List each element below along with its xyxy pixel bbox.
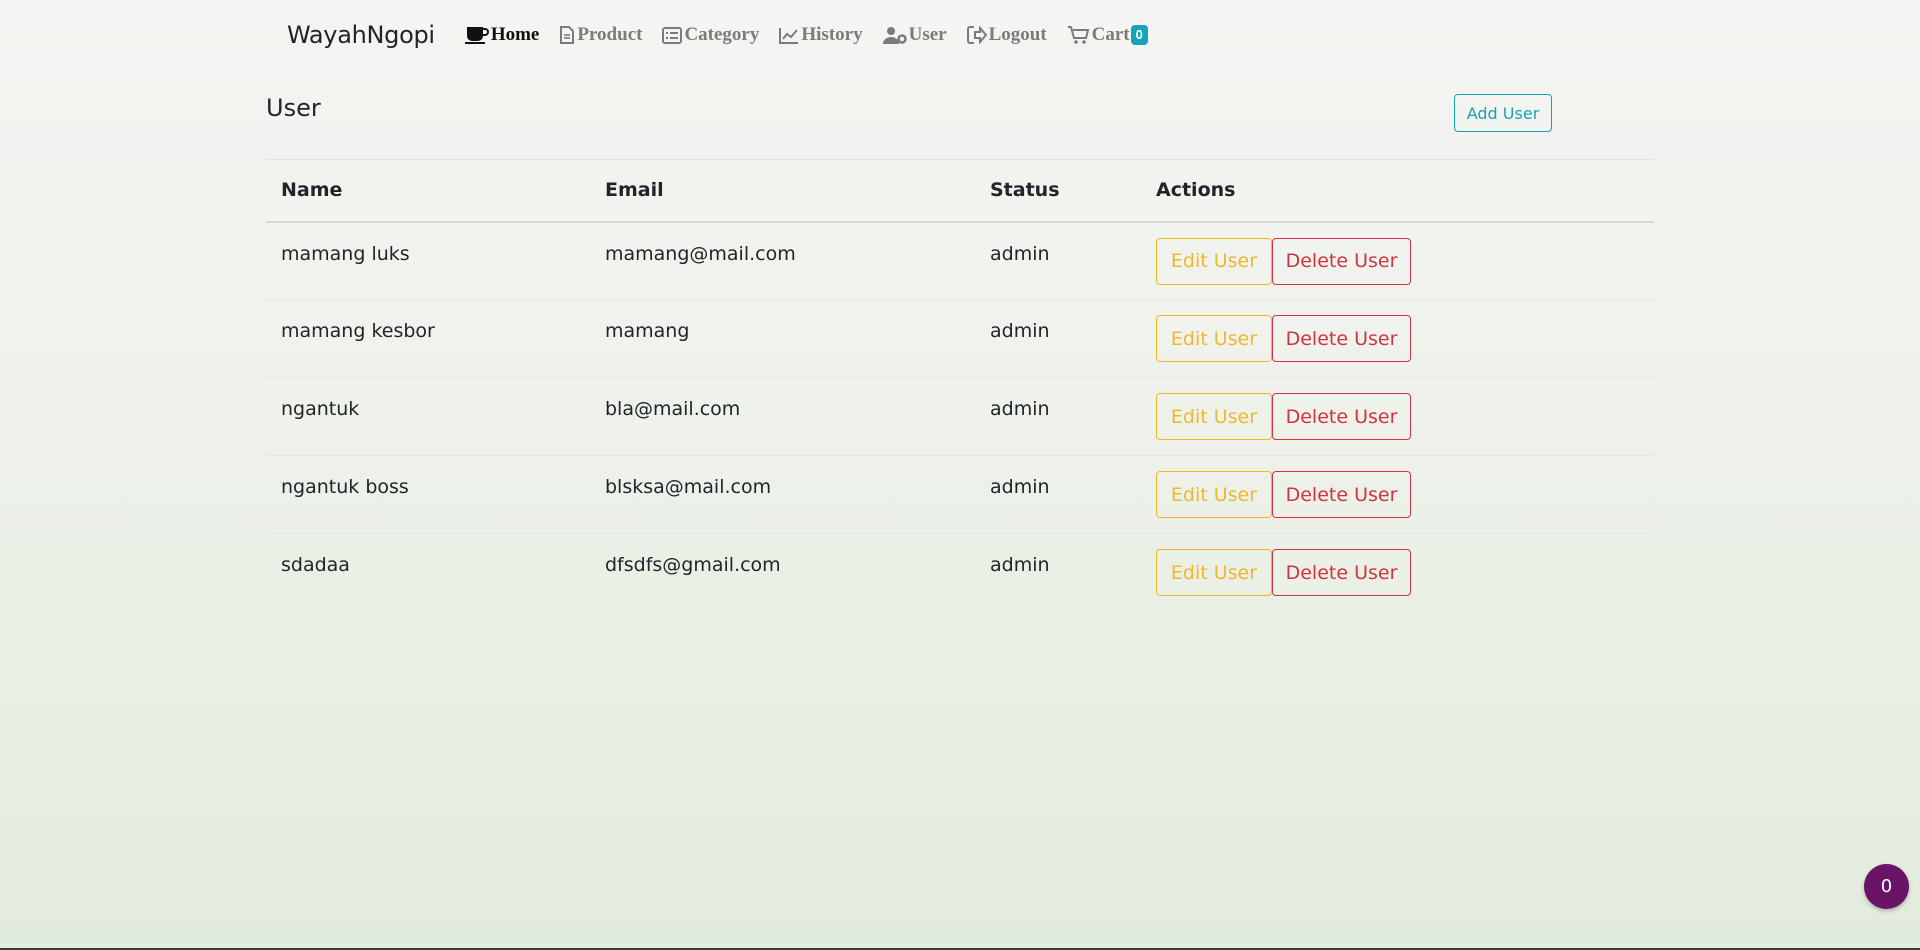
table-body: mamang luks mamang@mail.com admin Edit U… [266, 222, 1654, 612]
header-email: Email [605, 179, 664, 202]
header-name: Name [281, 179, 343, 202]
cell-name: sdadaa [281, 554, 350, 576]
nav-logout-label: Logout [988, 24, 1047, 45]
nav-home-label: Home [490, 24, 540, 45]
nav-product[interactable]: Product [559, 24, 642, 46]
user-table: Name Email Status Actions mamang luks ma… [266, 159, 1654, 612]
cell-email: dfsdfs@gmail.com [605, 554, 781, 576]
cart-count-badge: 0 [1130, 25, 1148, 45]
nav-history-label: History [801, 24, 863, 45]
delete-user-button[interactable]: Delete User [1272, 471, 1411, 518]
chart-line-icon [779, 27, 799, 44]
navbar: WayahNgopi Home Product Category History… [287, 16, 1168, 54]
edit-user-button[interactable]: Edit User [1156, 237, 1272, 285]
header-actions: Actions [1156, 179, 1236, 202]
cell-actions: Edit User Delete User [1141, 222, 1654, 300]
add-user-button[interactable]: Add User [1454, 94, 1552, 132]
nav-home[interactable]: Home [464, 24, 540, 46]
cell-actions: Edit User Delete User [1141, 378, 1654, 456]
table-row: ngantuk bla@mail.com admin Edit User Dele… [266, 377, 1654, 456]
cart-icon [1067, 25, 1089, 44]
coffee-icon [464, 27, 489, 44]
cell-actions: Edit User Delete User [1141, 300, 1654, 378]
cell-actions: Edit User Delete User [1141, 534, 1654, 612]
brand-logo[interactable]: WayahNgopi [287, 21, 435, 49]
nav-category-label: Category [684, 24, 760, 45]
cell-actions: Edit User Delete User [1141, 456, 1654, 534]
page-title: User [266, 94, 321, 122]
nav-logout[interactable]: Logout [966, 24, 1047, 46]
nav-user[interactable]: User [882, 24, 947, 46]
edit-user-button[interactable]: Edit User [1156, 471, 1272, 518]
cell-email: blsksa@mail.com [605, 476, 772, 498]
cell-status: admin [990, 242, 1050, 265]
list-icon [662, 26, 683, 44]
cell-status: admin [990, 554, 1050, 576]
table-row: sdadaa dfsdfs@gmail.com admin Edit User D… [266, 533, 1654, 612]
file-icon [560, 26, 575, 44]
nav-cart-label: Cart [1091, 24, 1130, 45]
cell-name: ngantuk boss [281, 476, 409, 498]
delete-user-button[interactable]: Delete User [1272, 315, 1411, 362]
header-status: Status [990, 179, 1060, 202]
header-row: Name Email Status Actions [266, 159, 1654, 222]
cell-email: mamang@mail.com [605, 242, 796, 265]
cell-status: admin [990, 320, 1050, 342]
cell-name: ngantuk [281, 398, 360, 420]
table-row: mamang kesbor mamang admin Edit User Dele… [266, 299, 1654, 378]
logout-icon [966, 26, 987, 44]
cell-email: bla@mail.com [605, 398, 741, 420]
user-gear-icon [882, 27, 907, 44]
table-row: mamang luks mamang@mail.com admin Edit U… [266, 222, 1654, 300]
cell-status: admin [990, 398, 1050, 420]
cell-name: mamang luks [281, 242, 410, 265]
nav-cart[interactable]: Cart 0 [1067, 24, 1148, 46]
nav-product-label: Product [577, 24, 643, 45]
edit-user-button[interactable]: Edit User [1156, 549, 1272, 596]
nav-history[interactable]: History [779, 24, 863, 46]
floating-count-button[interactable]: 0 [1864, 864, 1909, 909]
nav-user-label: User [908, 24, 947, 45]
edit-user-button[interactable]: Edit User [1156, 315, 1272, 362]
delete-user-button[interactable]: Delete User [1272, 549, 1411, 596]
cell-status: admin [990, 476, 1050, 498]
table-header: Name Email Status Actions [266, 159, 1654, 222]
nav-category[interactable]: Category [662, 24, 759, 46]
edit-user-button[interactable]: Edit User [1156, 393, 1272, 440]
cell-email: mamang [605, 320, 690, 342]
cell-name: mamang kesbor [281, 320, 435, 342]
delete-user-button[interactable]: Delete User [1272, 237, 1411, 285]
table-row: ngantuk boss blsksa@mail.com admin Edit … [266, 455, 1654, 534]
delete-user-button[interactable]: Delete User [1272, 393, 1411, 440]
